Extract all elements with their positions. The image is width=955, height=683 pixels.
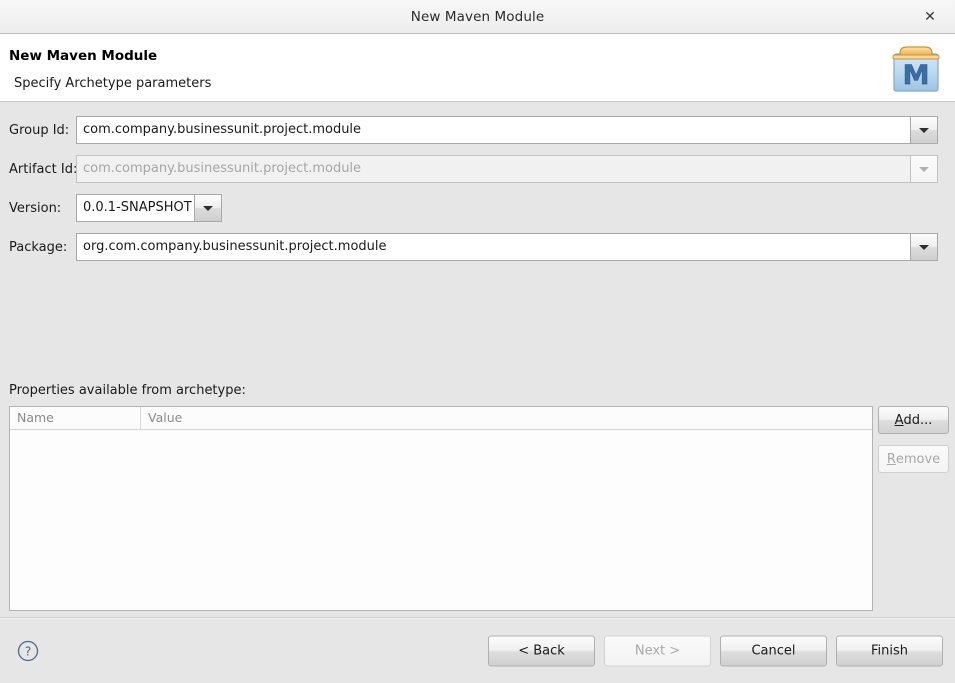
group-id-row: Group Id: com.company.businessunit.proje… <box>0 116 946 144</box>
wizard-header-title: New Maven Module <box>9 48 158 64</box>
column-header-name[interactable]: Name <box>10 407 141 429</box>
window-title: New Maven Module <box>410 8 545 25</box>
properties-label: Properties available from archetype: <box>9 383 246 398</box>
wizard-header: New Maven Module Specify Archetype param… <box>0 34 955 102</box>
chevron-down-icon <box>919 166 929 172</box>
artifact-id-label: Artifact Id: <box>9 161 78 177</box>
version-row: Version: 0.0.1-SNAPSHOT <box>0 194 222 222</box>
next-button[interactable]: Next > <box>604 635 711 666</box>
close-icon[interactable]: ✕ <box>919 6 941 28</box>
chevron-down-icon <box>919 244 929 250</box>
artifact-id-combo[interactable]: com.company.businessunit.project.module <box>76 155 938 183</box>
group-id-input[interactable]: com.company.businessunit.project.module <box>76 116 910 144</box>
dialog-button-bar: < Back Next > Cancel Finish <box>488 635 943 666</box>
remove-button-mnemonic: R <box>886 451 896 467</box>
package-input[interactable]: org.com.company.businessunit.project.mod… <box>76 233 910 261</box>
artifact-id-row: Artifact Id: com.company.businessunit.pr… <box>0 155 946 183</box>
properties-table-header: Name Value <box>10 407 872 430</box>
package-dropdown-button[interactable] <box>910 233 938 261</box>
column-header-value[interactable]: Value <box>141 407 872 429</box>
package-combo[interactable]: org.com.company.businessunit.project.mod… <box>76 233 938 261</box>
version-combo[interactable]: 0.0.1-SNAPSHOT <box>76 194 222 222</box>
window-title-bar: New Maven Module ✕ <box>0 0 955 34</box>
artifact-id-input[interactable]: com.company.businessunit.project.module <box>76 155 910 183</box>
properties-table[interactable]: Name Value <box>9 406 873 611</box>
cancel-button[interactable]: Cancel <box>720 635 827 666</box>
group-id-label: Group Id: <box>9 122 70 138</box>
add-property-button[interactable]: Add... <box>878 406 949 434</box>
dialog-footer: ? < Back Next > Cancel Finish <box>0 617 955 683</box>
properties-table-body[interactable] <box>10 430 872 610</box>
version-label: Version: <box>9 200 62 216</box>
package-row: Package: org.com.company.businessunit.pr… <box>0 233 946 261</box>
add-button-mnemonic: A <box>894 412 904 428</box>
group-id-combo[interactable]: com.company.businessunit.project.module <box>76 116 938 144</box>
add-button-label: dd... <box>903 412 933 428</box>
remove-property-button[interactable]: Remove <box>878 445 949 473</box>
group-id-dropdown-button[interactable] <box>910 116 938 144</box>
help-icon[interactable]: ? <box>17 640 39 662</box>
artifact-id-dropdown-button[interactable] <box>910 155 938 183</box>
wizard-header-subtitle: Specify Archetype parameters <box>14 76 212 91</box>
version-dropdown-button[interactable] <box>194 194 222 222</box>
chevron-down-icon <box>203 205 213 211</box>
finish-button[interactable]: Finish <box>836 635 943 666</box>
version-input[interactable]: 0.0.1-SNAPSHOT <box>76 194 194 222</box>
svg-text:M: M <box>903 60 930 91</box>
new-maven-module-dialog: New Maven Module ✕ New Maven Module Spec… <box>0 0 955 683</box>
back-button[interactable]: < Back <box>488 635 595 666</box>
package-label: Package: <box>9 239 68 255</box>
maven-logo-icon: M <box>888 41 944 95</box>
remove-button-label: emove <box>895 451 941 467</box>
wizard-body: Group Id: com.company.businessunit.proje… <box>0 102 955 642</box>
svg-text:?: ? <box>25 644 31 658</box>
chevron-down-icon <box>919 127 929 133</box>
